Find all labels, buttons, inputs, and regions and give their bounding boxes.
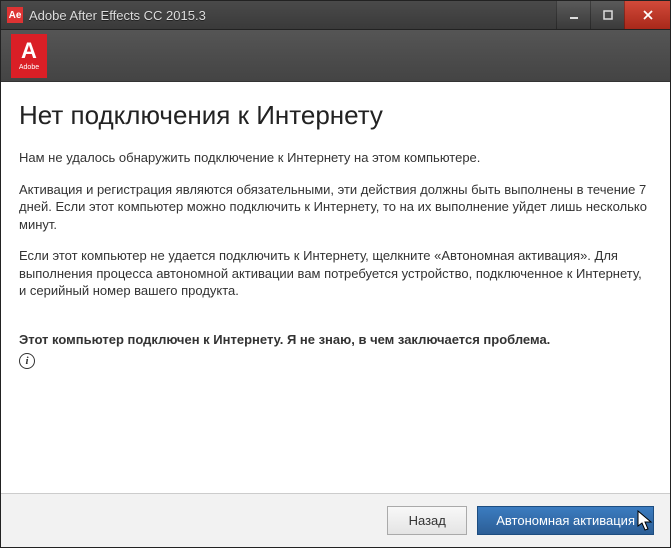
page-heading: Нет подключения к Интернету: [19, 100, 652, 131]
maximize-button[interactable]: [590, 1, 624, 29]
app-icon: Ae: [7, 7, 23, 23]
window-controls: [556, 1, 670, 29]
window-title: Adobe After Effects CC 2015.3: [29, 8, 556, 23]
titlebar: Ae Adobe After Effects CC 2015.3: [1, 1, 670, 29]
close-button[interactable]: [624, 1, 670, 29]
header-band: A Adobe: [1, 30, 670, 82]
adobe-logo: A Adobe: [11, 34, 47, 78]
paragraph-1: Нам не удалось обнаружить подключение к …: [19, 149, 652, 167]
back-button[interactable]: Назад: [387, 506, 467, 535]
body: Нет подключения к Интернету Нам не удало…: [1, 82, 670, 493]
offline-activation-button[interactable]: Автономная активация: [477, 506, 654, 535]
paragraph-2: Активация и регистрация являются обязате…: [19, 181, 652, 234]
info-icon[interactable]: i: [19, 353, 35, 369]
content-area: A Adobe Нет подключения к Интернету Нам …: [1, 29, 670, 547]
troubleshoot-link[interactable]: Этот компьютер подключен к Интернету. Я …: [19, 332, 652, 347]
paragraph-3: Если этот компьютер не удается подключит…: [19, 247, 652, 300]
installer-window: Ae Adobe After Effects CC 2015.3 A Adobe…: [0, 0, 671, 548]
minimize-button[interactable]: [556, 1, 590, 29]
footer: Назад Автономная активация: [1, 493, 670, 547]
